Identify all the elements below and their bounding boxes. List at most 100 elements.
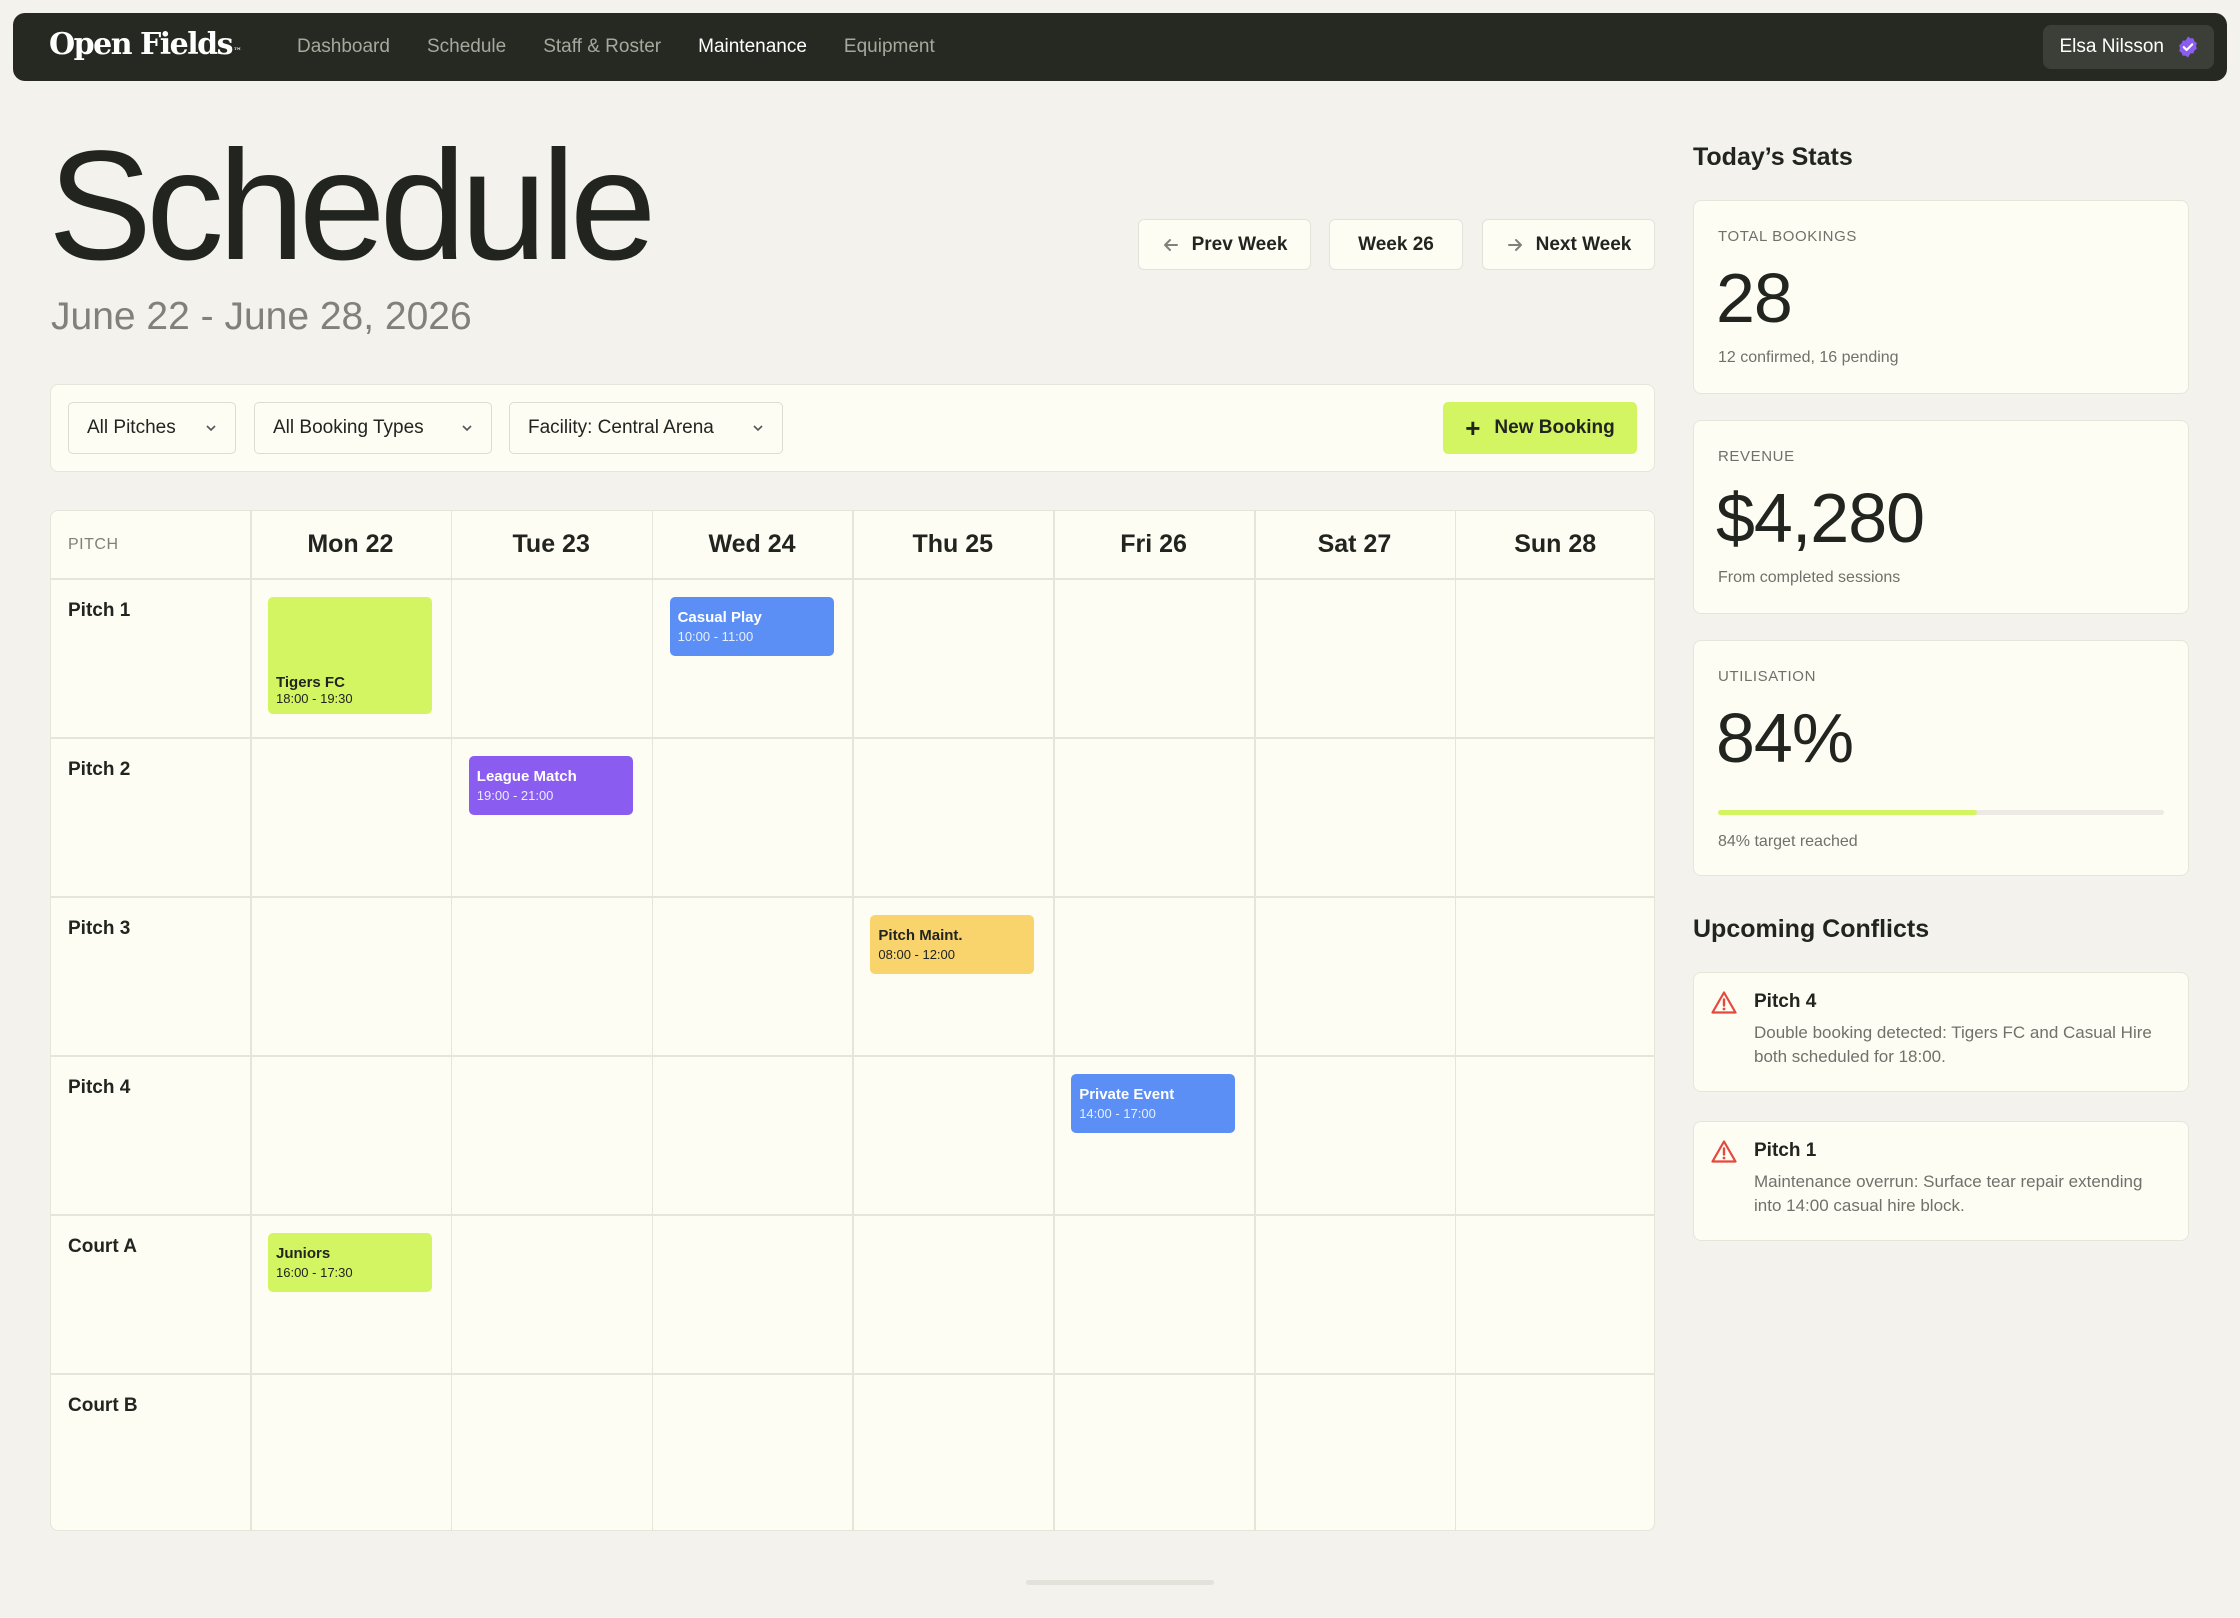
booking-block[interactable]: Casual Play 10:00 - 11:00 bbox=[669, 597, 834, 656]
facility-filter-select[interactable]: Facility: Central Arena bbox=[509, 402, 783, 454]
day-column-header: Mon 22 bbox=[307, 530, 394, 558]
page-title: Schedule bbox=[48, 119, 657, 293]
prev-week-button[interactable]: Prev Week bbox=[1138, 219, 1311, 270]
logo[interactable]: Open Fields™ bbox=[49, 27, 242, 62]
grid-row-divider bbox=[51, 1373, 1654, 1375]
day-column-header: Sun 28 bbox=[1514, 530, 1597, 558]
booking-type-filter-select[interactable]: All Booking Types bbox=[254, 402, 492, 454]
booking-time: 10:00 - 11:00 bbox=[677, 629, 754, 644]
scroll-indicator[interactable] bbox=[1026, 1580, 1214, 1585]
grid-row-divider bbox=[51, 578, 1654, 580]
conflict-description: Maintenance overrun: Surface tear repair… bbox=[1754, 1172, 2143, 1215]
booking-block[interactable]: Pitch Maint. 08:00 - 12:00 bbox=[870, 915, 1035, 974]
grid-column-divider bbox=[250, 511, 252, 1530]
booking-title: Pitch Maint. bbox=[878, 927, 963, 944]
todays-stats-title: Today’s Stats bbox=[1693, 143, 1853, 171]
booking-title: League Match bbox=[476, 768, 577, 785]
nav-link-maintenance[interactable]: Maintenance bbox=[698, 36, 807, 58]
arrow-right-icon bbox=[1507, 238, 1522, 251]
booking-block[interactable]: Private Event 14:00 - 17:00 bbox=[1071, 1074, 1236, 1133]
warning-icon bbox=[1711, 991, 1737, 1014]
utilisation-value: 84% bbox=[1716, 699, 1854, 777]
day-column-header: Tue 23 bbox=[512, 530, 590, 558]
day-column-header: Thu 25 bbox=[912, 530, 994, 558]
new-booking-label: New Booking bbox=[1494, 417, 1615, 438]
pitch-row-label: Court A bbox=[68, 1236, 137, 1257]
total-bookings-value: 28 bbox=[1716, 259, 1793, 337]
booking-time: 16:00 - 17:30 bbox=[276, 1265, 353, 1280]
utilisation-label: UTILISATION bbox=[1718, 668, 1816, 685]
pitch-row-label: Pitch 2 bbox=[68, 759, 131, 780]
total-bookings-card: TOTAL BOOKINGS 28 12 confirmed, 16 pendi… bbox=[1693, 200, 2189, 394]
filter-bar: All Pitches All Booking Types Facility: … bbox=[50, 384, 1655, 472]
user-name: Elsa Nilsson bbox=[2059, 36, 2164, 57]
grid-column-divider bbox=[651, 511, 654, 1530]
pitch-row-label: Pitch 4 bbox=[68, 1077, 131, 1098]
booking-time: 08:00 - 12:00 bbox=[878, 947, 956, 962]
pitch-row-label: Court B bbox=[68, 1395, 138, 1416]
top-nav: Open Fields™ Dashboard Schedule Staff & … bbox=[13, 13, 2227, 81]
booking-time: 14:00 - 17:00 bbox=[1079, 1106, 1156, 1121]
chevron-down-icon bbox=[753, 425, 763, 432]
date-range: June 22 - June 28, 2026 bbox=[51, 295, 472, 338]
grid-row-divider bbox=[51, 737, 1654, 739]
booking-time: 19:00 - 21:00 bbox=[476, 788, 554, 803]
prev-week-label: Prev Week bbox=[1191, 233, 1288, 255]
revenue-card: REVENUE $4,280 From completed sessions bbox=[1693, 420, 2189, 614]
next-week-label: Next Week bbox=[1535, 233, 1632, 255]
grid-column-divider bbox=[852, 511, 854, 1530]
week-label: Week 26 bbox=[1358, 233, 1434, 255]
booking-block[interactable]: Tigers FC 18:00 - 19:30 bbox=[268, 597, 432, 714]
utilisation-sub: 84% target reached bbox=[1718, 833, 1858, 850]
pitch-filter-select[interactable]: All Pitches bbox=[68, 402, 236, 454]
total-bookings-sub: 12 confirmed, 16 pending bbox=[1718, 349, 1899, 366]
chevron-down-icon bbox=[206, 425, 216, 432]
day-column-header: Wed 24 bbox=[708, 530, 796, 558]
facility-filter-value: Facility: Central Arena bbox=[528, 417, 714, 438]
booking-block[interactable]: Juniors 16:00 - 17:30 bbox=[268, 1233, 432, 1292]
grid-column-divider bbox=[1254, 511, 1256, 1530]
booking-title: Tigers FC bbox=[276, 674, 345, 691]
nav-links: Dashboard Schedule Staff & Roster Mainte… bbox=[297, 13, 972, 81]
warning-icon bbox=[1711, 1140, 1737, 1163]
schedule-grid: PITCH Mon 22 Tue 23 Wed 24 Thu 25 Fri 26 Sat … bbox=[50, 510, 1655, 1531]
utilisation-progress-bar bbox=[1718, 810, 2164, 815]
arrow-left-icon bbox=[1163, 238, 1178, 251]
grid-column-divider bbox=[450, 511, 453, 1530]
booking-title: Private Event bbox=[1079, 1086, 1175, 1103]
conflict-item[interactable]: Pitch 4 Double booking detected: Tigers … bbox=[1693, 972, 2189, 1092]
grid-column-divider bbox=[1454, 511, 1457, 1530]
new-booking-button[interactable]: + New Booking bbox=[1443, 402, 1637, 454]
day-column-header: Sat 27 bbox=[1317, 530, 1392, 558]
upcoming-conflicts-title: Upcoming Conflicts bbox=[1693, 915, 1930, 943]
current-week-button[interactable]: Week 26 bbox=[1329, 219, 1463, 270]
utilisation-card: UTILISATION 84% 84% target reached bbox=[1693, 640, 2189, 876]
revenue-label: REVENUE bbox=[1718, 448, 1795, 465]
chevron-down-icon bbox=[462, 425, 472, 432]
grid-row-divider bbox=[51, 1214, 1654, 1216]
pitch-filter-value: All Pitches bbox=[87, 417, 176, 438]
conflict-description: Double booking detected: Tigers FC and C… bbox=[1754, 1023, 2152, 1066]
revenue-sub: From completed sessions bbox=[1718, 569, 1901, 586]
nav-link-schedule[interactable]: Schedule bbox=[427, 36, 506, 58]
user-menu[interactable]: Elsa Nilsson bbox=[2043, 25, 2214, 69]
conflict-item[interactable]: Pitch 1 Maintenance overrun: Surface tea… bbox=[1693, 1121, 2189, 1241]
grid-row-divider bbox=[51, 1055, 1654, 1057]
conflict-title: Pitch 1 bbox=[1754, 1140, 1817, 1161]
grid-column-divider bbox=[1053, 511, 1055, 1530]
booking-title: Casual Play bbox=[677, 609, 762, 626]
booking-title: Juniors bbox=[276, 1245, 331, 1262]
nav-link-dashboard[interactable]: Dashboard bbox=[297, 36, 390, 58]
booking-block[interactable]: League Match 19:00 - 21:00 bbox=[468, 756, 633, 815]
booking-type-filter-value: All Booking Types bbox=[273, 417, 424, 438]
booking-time: 18:00 - 19:30 bbox=[276, 691, 353, 706]
pitch-row-label: Pitch 1 bbox=[68, 600, 131, 621]
total-bookings-label: TOTAL BOOKINGS bbox=[1718, 228, 1857, 245]
nav-link-staff-roster[interactable]: Staff & Roster bbox=[543, 36, 661, 58]
conflict-title: Pitch 4 bbox=[1754, 991, 1817, 1012]
plus-icon: + bbox=[1465, 413, 1481, 443]
next-week-button[interactable]: Next Week bbox=[1482, 219, 1655, 270]
verified-badge-icon bbox=[2179, 36, 2197, 58]
nav-link-equipment[interactable]: Equipment bbox=[844, 36, 935, 58]
utilisation-progress-fill bbox=[1718, 810, 1977, 815]
